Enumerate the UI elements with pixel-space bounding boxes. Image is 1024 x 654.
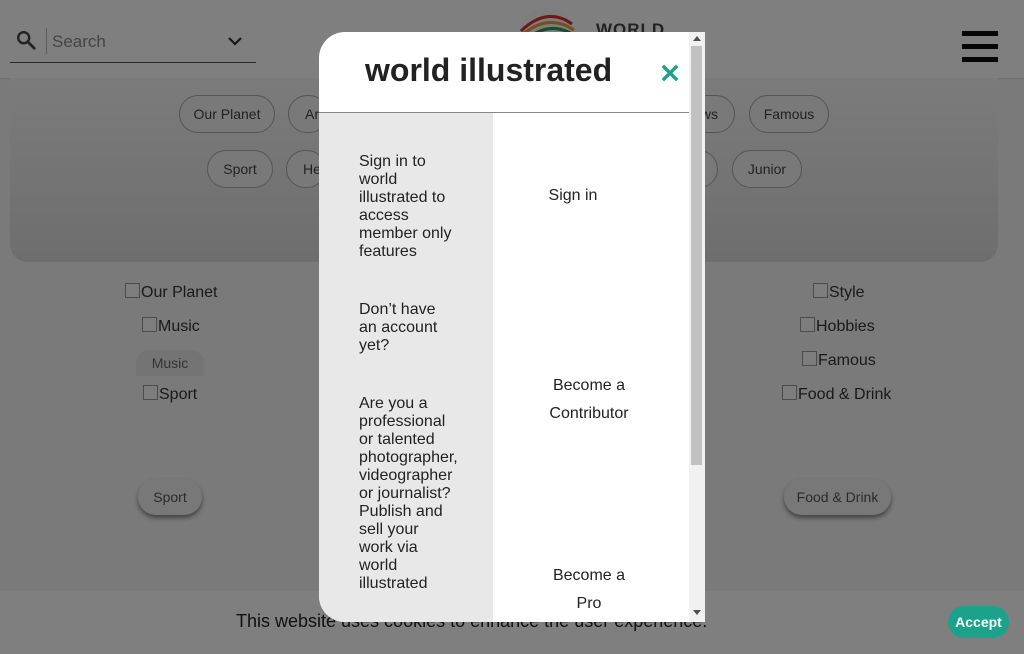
accept-cookies-button[interactable]: Accept	[948, 606, 1009, 638]
close-icon[interactable]	[661, 64, 679, 82]
sign-in-modal: world illustrated Sign in to world illust…	[319, 32, 705, 622]
scrollbar-thumb[interactable]	[691, 46, 702, 465]
sign-in-link[interactable]: Sign in	[531, 182, 615, 210]
pro-description: Are you a professional or talented photogr…	[359, 395, 458, 592]
scroll-down-arrow-icon[interactable]	[693, 610, 701, 615]
scroll-up-arrow-icon[interactable]	[693, 36, 701, 41]
modal-title: world illustrated	[365, 52, 613, 88]
no-account-description: Don’t have an account yet?	[359, 301, 438, 354]
become-pro-link[interactable]: Become a Pro	[539, 562, 639, 618]
sign-in-description: Sign in to world illustrated to access mem…	[359, 153, 452, 260]
modal-scrollbar[interactable]	[689, 32, 705, 622]
become-contributor-link[interactable]: Become a Contributor	[539, 372, 639, 428]
